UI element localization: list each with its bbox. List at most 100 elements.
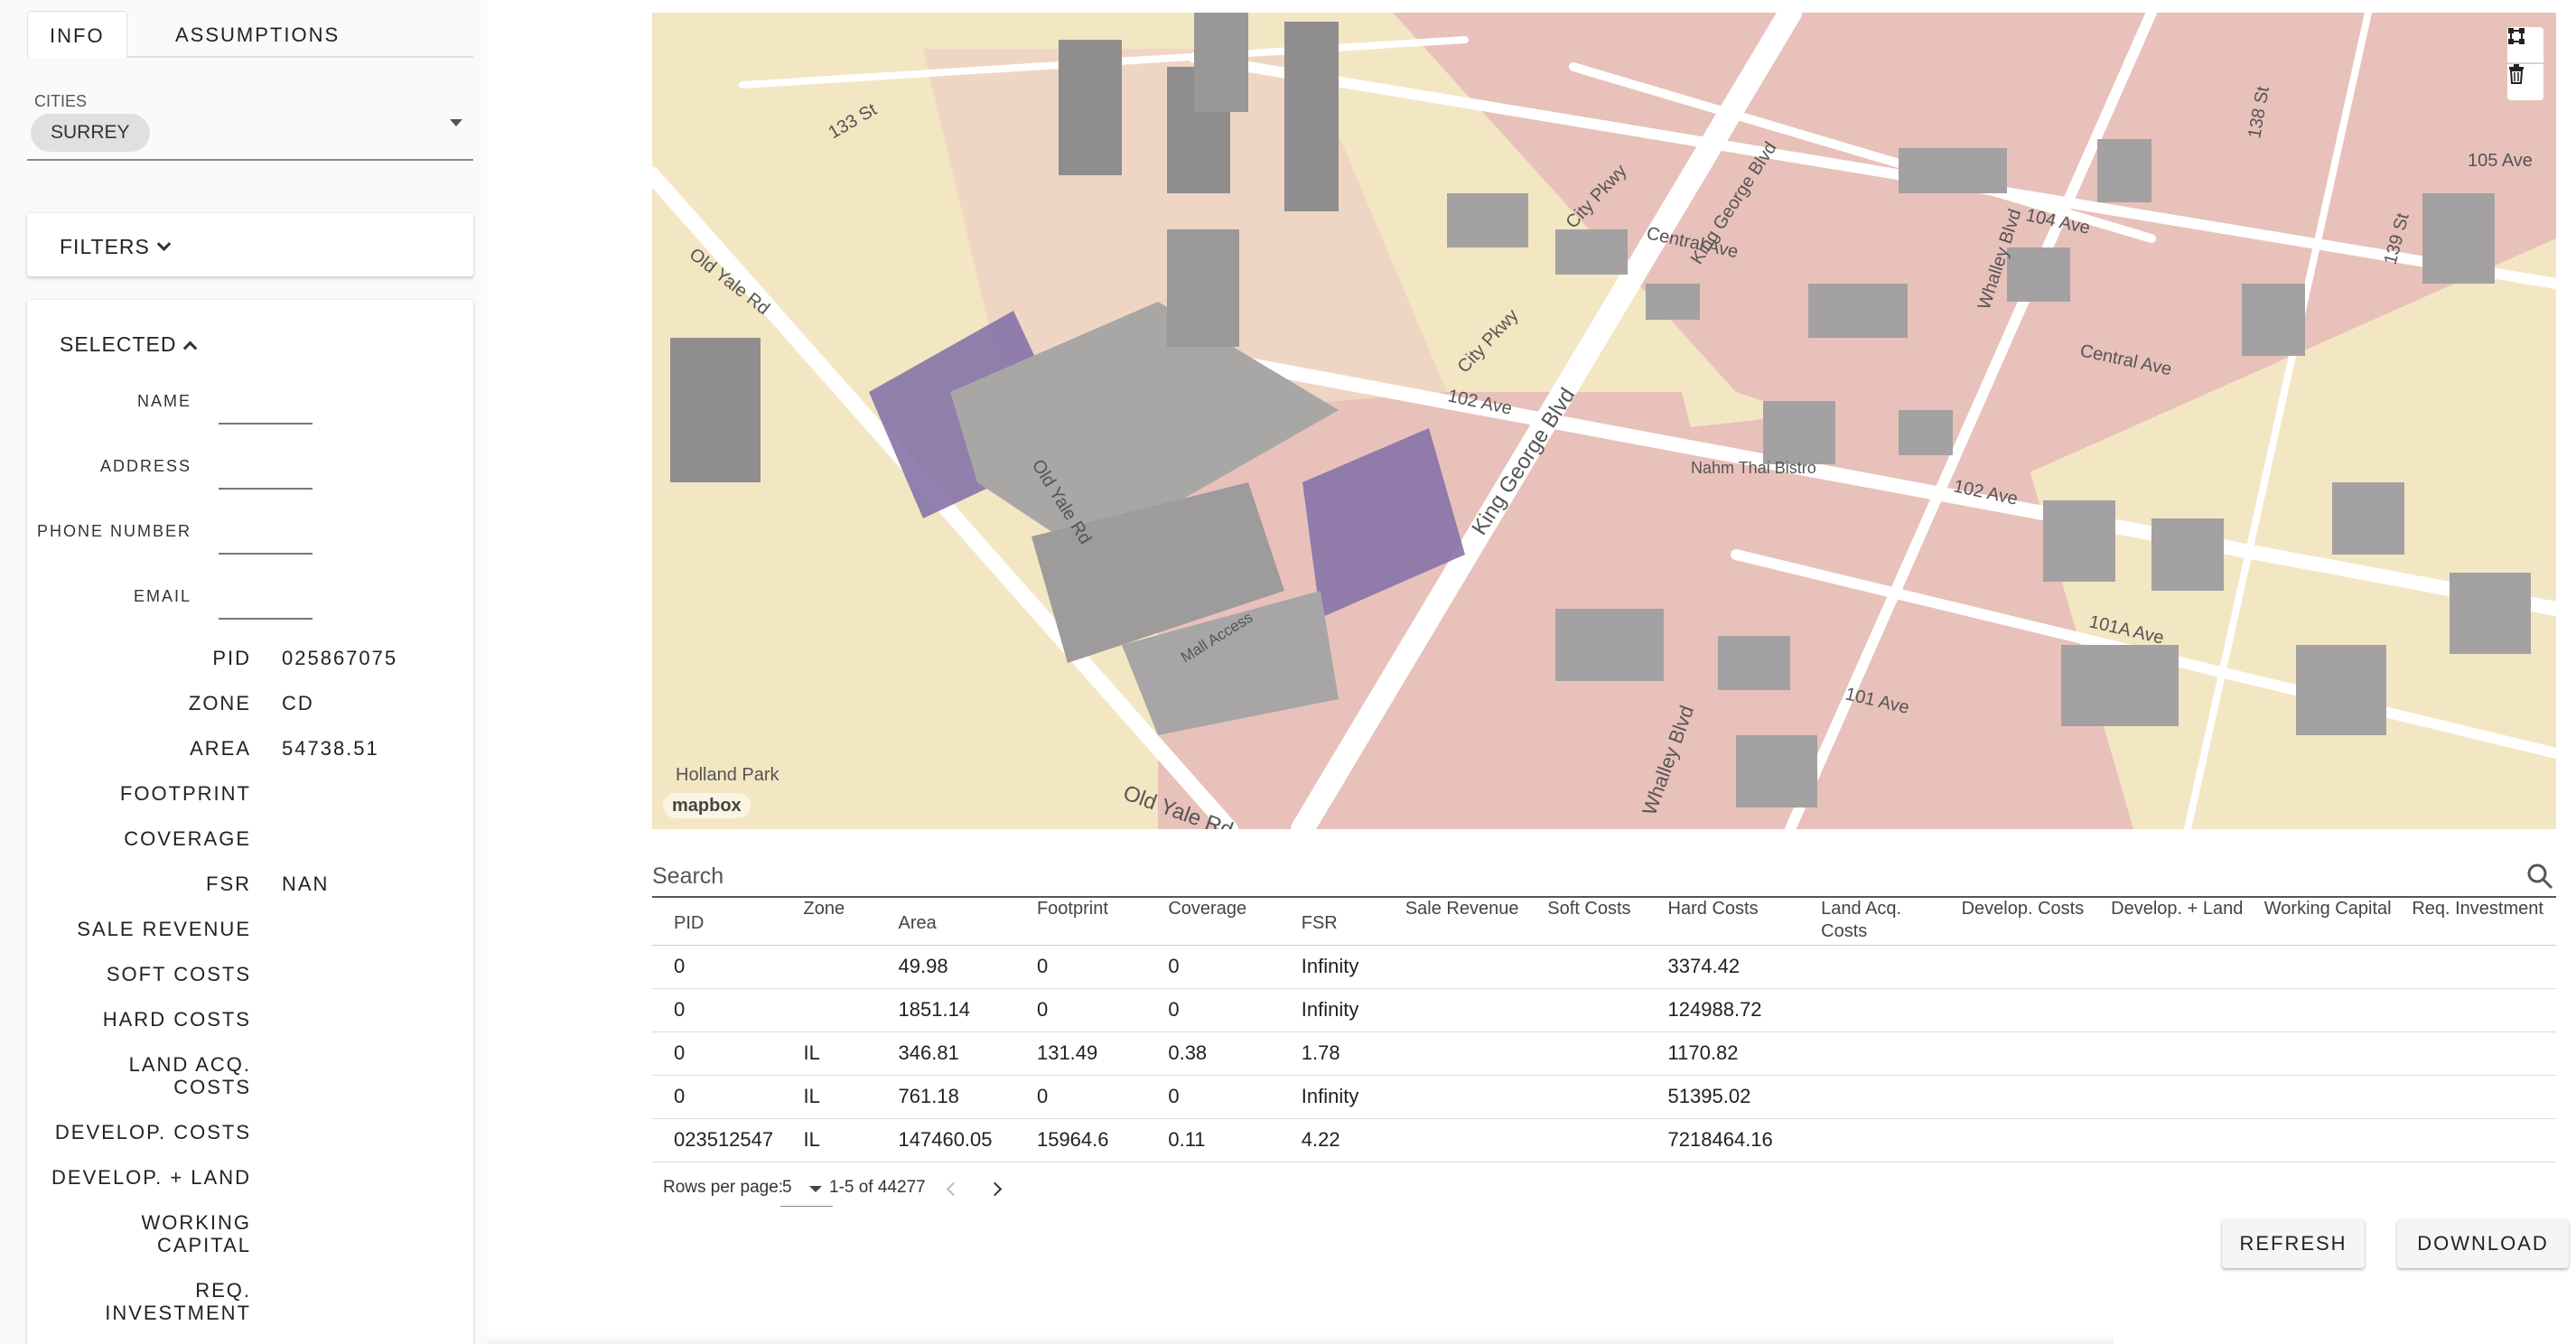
table-cell: [1955, 1075, 2106, 1119]
building: [1718, 636, 1790, 690]
city-chip[interactable]: SURREY: [31, 114, 150, 152]
address-field: ADDRESS: [27, 448, 473, 511]
building: [2061, 645, 2179, 726]
building: [2332, 482, 2404, 555]
cities-select[interactable]: CITIES SURREY: [27, 87, 473, 161]
selected-panel: SELECTED NAME ADDRESS PHONE NUMBER EMAIL…: [27, 300, 473, 1344]
table-cell: IL: [798, 1075, 893, 1119]
table-cell: IL: [798, 1118, 893, 1162]
map-canvas[interactable]: Old Yale Rd Old Yale Rd Old Yale Rd King…: [652, 13, 2556, 829]
table-cell: [2258, 1118, 2407, 1162]
next-page-button[interactable]: [983, 1178, 1010, 1201]
previous-page-button[interactable]: [941, 1178, 968, 1201]
table-cell: [2406, 1031, 2556, 1076]
column-header[interactable]: Hard Costs: [1662, 898, 1816, 946]
table-row[interactable]: 0 1851.14 0 0 Infinity 124988.72: [652, 988, 2556, 1032]
column-header[interactable]: Zone: [798, 898, 893, 946]
filters-panel[interactable]: FILTERS: [27, 213, 473, 276]
filters-header[interactable]: FILTERS: [60, 235, 172, 259]
building-tower: [1284, 22, 1339, 211]
table-cell: 147460.05: [892, 1118, 1031, 1162]
email-field: EMAIL: [27, 578, 473, 641]
table-cell: [798, 945, 893, 989]
soft-costs-label: SOFT COSTS: [106, 963, 251, 985]
table-cell: 0: [1031, 1075, 1163, 1119]
column-header[interactable]: Develop. + Land: [2105, 898, 2259, 946]
building: [1447, 193, 1528, 247]
name-input[interactable]: [219, 392, 313, 425]
draw-polygon-button[interactable]: [2507, 27, 2543, 63]
table-cell: [2105, 988, 2259, 1032]
data-table: PID Zone Area Footprint Coverage FSR Sal…: [652, 898, 2556, 1162]
table-cell: 49.98: [892, 945, 1031, 989]
map-view[interactable]: Old Yale Rd Old Yale Rd Old Yale Rd King…: [652, 13, 2556, 829]
table-cell: 1851.14: [892, 988, 1031, 1032]
name-field: NAME: [27, 383, 473, 446]
dropdown-caret-icon[interactable]: [450, 119, 462, 126]
table-cell: [2406, 945, 2556, 989]
building: [2097, 139, 2151, 202]
building-tower: [1167, 229, 1239, 347]
table-cell: [1399, 988, 1543, 1032]
column-header[interactable]: Working Capital: [2258, 898, 2407, 946]
column-header[interactable]: FSR: [1295, 898, 1400, 946]
table-cell: [2105, 945, 2259, 989]
selected-header[interactable]: SELECTED: [60, 332, 198, 357]
refresh-button[interactable]: REFRESH: [2222, 1219, 2365, 1268]
coverage-label: COVERAGE: [124, 827, 251, 850]
search-icon[interactable]: [2524, 860, 2556, 892]
park-label: Holland Park: [676, 765, 780, 785]
address-input[interactable]: [219, 457, 313, 490]
column-header[interactable]: Coverage: [1162, 898, 1296, 946]
column-header[interactable]: PID: [652, 898, 798, 946]
download-button[interactable]: DOWNLOAD: [2397, 1219, 2569, 1268]
mapbox-logo[interactable]: mapbox: [663, 793, 751, 818]
table-cell: [1542, 1075, 1663, 1119]
table-cell: [2258, 1075, 2407, 1119]
table-cell: [1955, 1118, 2106, 1162]
address-label: ADDRESS: [99, 457, 191, 475]
table-cell: 0: [1031, 988, 1163, 1032]
page-range: 1-5 of 44277: [829, 1178, 926, 1197]
develop-costs-label: DEVELOP. COSTS: [54, 1121, 251, 1143]
filters-label: FILTERS: [60, 235, 150, 258]
building-tower: [1059, 40, 1122, 175]
column-header[interactable]: Land Acq. Costs: [1815, 898, 1956, 946]
rows-per-page-select[interactable]: 5: [780, 1178, 833, 1207]
column-header[interactable]: Area: [892, 898, 1031, 946]
email-input[interactable]: [219, 587, 313, 620]
table-cell: 0: [652, 1031, 798, 1076]
table-row[interactable]: 023512547 IL 147460.05 15964.6 0.11 4.22 72184…: [652, 1118, 2556, 1162]
building: [1808, 284, 1908, 338]
search-input[interactable]: [652, 860, 2495, 892]
building: [2450, 573, 2531, 654]
table-cell: 7218464.16: [1662, 1118, 1816, 1162]
table-cell: 1170.82: [1662, 1031, 1816, 1076]
tab-info[interactable]: INFO: [27, 11, 127, 58]
building: [1899, 410, 1953, 455]
draw-polygon-icon: [2508, 28, 2525, 44]
table-row[interactable]: 0 IL 346.81 131.49 0.38 1.78 1170.82: [652, 1031, 2556, 1076]
column-header[interactable]: Footprint: [1031, 898, 1163, 946]
phone-label: PHONE NUMBER: [36, 522, 191, 540]
table-cell: [2105, 1118, 2259, 1162]
table-cell: [1955, 1031, 2106, 1076]
pid-value: 025867075: [282, 647, 398, 669]
table-cell: [2406, 988, 2556, 1032]
phone-input[interactable]: [219, 522, 313, 555]
table-cell: [2406, 1118, 2556, 1162]
column-header[interactable]: Req. Investment: [2406, 898, 2556, 946]
tab-assumptions[interactable]: ASSUMPTIONS: [154, 11, 361, 58]
table-cell: [1955, 945, 2106, 989]
develop-land-label: DEVELOP. + LAND: [51, 1166, 251, 1189]
table-row[interactable]: 0 49.98 0 0 Infinity 3374.42: [652, 945, 2556, 989]
rows-per-page-value: 5: [782, 1178, 792, 1197]
trash-button[interactable]: [2507, 64, 2543, 100]
building: [1646, 284, 1700, 320]
table-cell: [1542, 945, 1663, 989]
sidebar: INFO ASSUMPTIONS CITIES SURREY FILTERS S…: [0, 0, 488, 1344]
column-header[interactable]: Develop. Costs: [1955, 898, 2106, 946]
table-row[interactable]: 0 IL 761.18 0 0 Infinity 51395.02: [652, 1075, 2556, 1119]
column-header[interactable]: Sale Revenue: [1399, 898, 1543, 946]
column-header[interactable]: Soft Costs: [1542, 898, 1663, 946]
